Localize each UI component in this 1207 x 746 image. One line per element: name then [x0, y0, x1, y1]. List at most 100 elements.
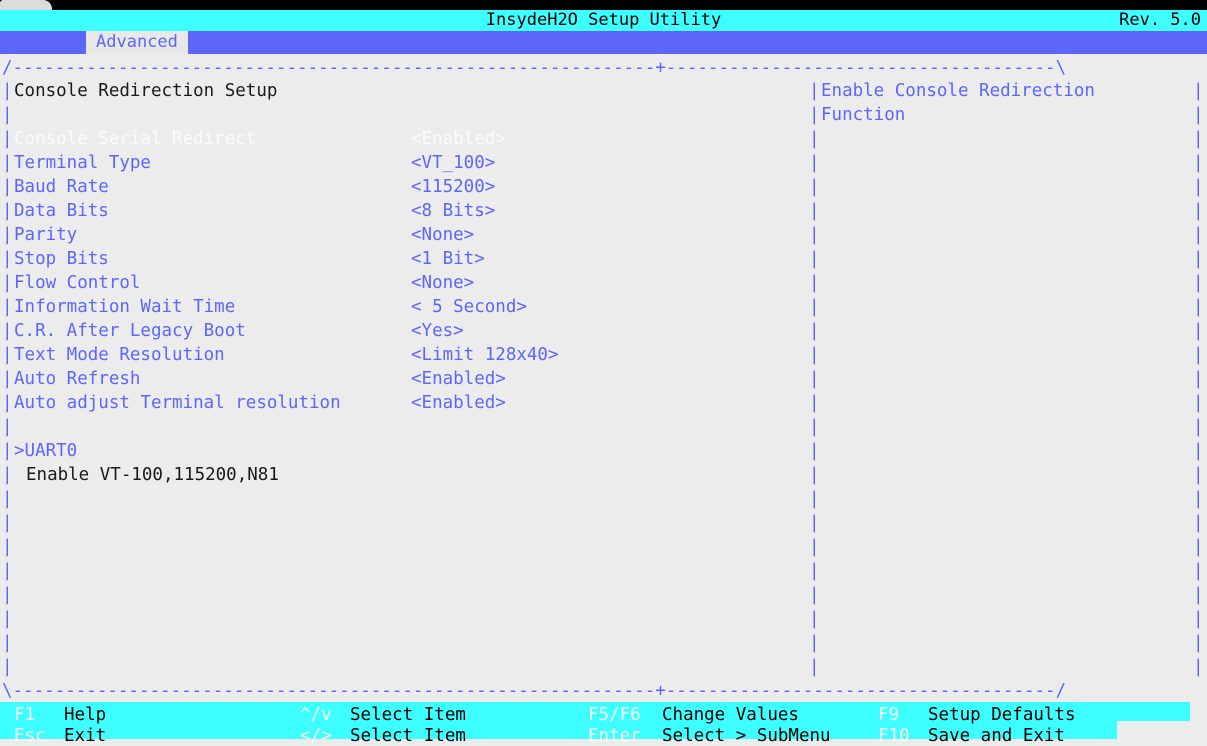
- function-key-name-f1[interactable]: F1: [14, 706, 35, 725]
- setting-label-information-wait-time[interactable]: Information Wait Time: [14, 295, 235, 319]
- frame-vbar-left-filler-2: |: [2, 537, 13, 557]
- frame-vbar-mid-filler-7: |: [809, 657, 820, 677]
- frame-vbar-left-row-2: |: [2, 105, 13, 125]
- frame-vbar-mid-row-heading: |: [809, 81, 820, 101]
- frame-vbar-left-setting-8: |: [2, 321, 13, 341]
- frame-vbar-mid-setting-3: |: [809, 201, 820, 221]
- frame-vbar-mid-filler-3: |: [809, 561, 820, 581]
- function-key-name-f10[interactable]: F10: [878, 727, 910, 746]
- tab-advanced[interactable]: Advanced: [86, 31, 188, 54]
- setting-value-parity[interactable]: <None>: [411, 223, 474, 247]
- setting-value-text-mode-resolution[interactable]: <Limit 128x40>: [411, 343, 559, 367]
- function-key-name-v[interactable]: ^/v: [300, 706, 332, 725]
- frame-vbar-left-setting-11: |: [2, 393, 13, 413]
- setting-value-baud-rate[interactable]: <115200>: [411, 175, 495, 199]
- frame-bottom-border: \---------------------------------------…: [2, 681, 1067, 701]
- frame-vbar-mid-submenu-desc: |: [809, 465, 820, 485]
- setting-label-stop-bits[interactable]: Stop Bits: [14, 247, 109, 271]
- revision-label: Rev. 5.0: [1119, 10, 1201, 30]
- setting-label-parity[interactable]: Parity: [14, 223, 77, 247]
- setting-value-information-wait-time[interactable]: < 5 Second>: [411, 295, 527, 319]
- setting-value-terminal-type[interactable]: <VT_100>: [411, 151, 495, 175]
- frame-vbar-mid-filler-4: |: [809, 585, 820, 605]
- function-key-label-key: Select Item: [350, 726, 466, 746]
- function-key-name-esc[interactable]: Esc: [14, 727, 46, 746]
- frame-vbar-left-row-heading: |: [2, 81, 13, 101]
- menu-bar: Advanced: [0, 31, 1207, 54]
- function-key-label-esc: Exit: [64, 726, 107, 746]
- frame-vbar-mid-filler-6: |: [809, 633, 820, 653]
- frame-vbar-mid-setting-6: |: [809, 273, 820, 293]
- frame-vbar-left-setting-4: |: [2, 225, 13, 245]
- frame-top-border: /---------------------------------------…: [2, 58, 1067, 78]
- frame-vbar-mid-gap-after-settings: |: [809, 417, 820, 437]
- frame-vbar-left-setting-10: |: [2, 369, 13, 389]
- window-tab-shape: [0, 0, 52, 10]
- function-key-label-f1: Help: [64, 705, 107, 725]
- frame-vbar-mid-filler-1: |: [809, 513, 820, 533]
- submenu-item-uart0[interactable]: >UART0: [14, 439, 77, 463]
- function-key-name-f9[interactable]: F9: [878, 706, 899, 725]
- setting-value-console-serial-redirect[interactable]: <Enabled>: [411, 127, 506, 151]
- function-key-name-key[interactable]: </>: [300, 727, 332, 746]
- frame-vbar-mid-filler-2: |: [809, 537, 820, 557]
- frame-vbar-mid-setting-7: |: [809, 297, 820, 317]
- setting-label-flow-control[interactable]: Flow Control: [14, 271, 140, 295]
- setting-value-data-bits[interactable]: <8 Bits>: [411, 199, 495, 223]
- function-key-name-enter[interactable]: Enter: [588, 727, 641, 746]
- setting-label-data-bits[interactable]: Data Bits: [14, 199, 109, 223]
- frame-vbar-left-filler-0: |: [2, 489, 13, 509]
- frame-vbar-mid-filler-0: |: [809, 489, 820, 509]
- frame-vbar-left-setting-5: |: [2, 249, 13, 269]
- frame-vbar-left-submenu-desc: |: [2, 465, 13, 485]
- frame-vbar-left-filler-6: |: [2, 633, 13, 653]
- function-key-label-v: Select Item: [350, 705, 466, 725]
- frame-vbar-left-setting-2: |: [2, 177, 13, 197]
- frame-vbar-mid-setting-11: |: [809, 393, 820, 413]
- submenu-description: Enable VT-100,115200,N81: [26, 465, 279, 485]
- setting-label-auto-refresh[interactable]: Auto Refresh: [14, 367, 140, 391]
- frame-vbar-mid-setting-9: |: [809, 345, 820, 365]
- frame-vbar-left-setting-0: |: [2, 129, 13, 149]
- setting-label-console-serial-redirect[interactable]: Console Serial Redirect: [14, 127, 256, 151]
- frame-vbar-mid-filler-5: |: [809, 609, 820, 629]
- frame-vbar-left-setting-1: |: [2, 153, 13, 173]
- setting-value-stop-bits[interactable]: <1 Bit>: [411, 247, 485, 271]
- setting-label-baud-rate[interactable]: Baud Rate: [14, 175, 109, 199]
- setting-label-auto-adjust-terminal-resolution[interactable]: Auto adjust Terminal resolution: [14, 391, 341, 415]
- frame-vbar-left-filler-3: |: [2, 561, 13, 581]
- setting-value-c-r-after-legacy-boot[interactable]: <Yes>: [411, 319, 464, 343]
- frame-vbar-left-setting-3: |: [2, 201, 13, 221]
- function-key-bar-notch-bottom: [1117, 721, 1207, 739]
- setting-label-c-r-after-legacy-boot[interactable]: C.R. After Legacy Boot: [14, 319, 246, 343]
- setting-label-text-mode-resolution[interactable]: Text Mode Resolution: [14, 343, 225, 367]
- frame-vbar-mid-setting-4: |: [809, 225, 820, 245]
- page-title: InsydeH2O Setup Utility: [485, 10, 722, 30]
- frame-vbar-mid-setting-8: |: [809, 321, 820, 341]
- frame-vbar-mid-setting-0: |: [809, 129, 820, 149]
- setting-label-terminal-type[interactable]: Terminal Type: [14, 151, 151, 175]
- top-black-strip: [0, 0, 1207, 10]
- function-key-label-f10: Save and Exit: [928, 726, 1065, 746]
- console-body: /---------------------------------------…: [0, 54, 1207, 736]
- frame-vbar-mid-submenu: |: [809, 441, 820, 461]
- frame-vbar-mid-setting-5: |: [809, 249, 820, 269]
- panel-heading: Console Redirection Setup: [14, 81, 278, 101]
- function-key-name-f5-f6[interactable]: F5/F6: [588, 706, 641, 725]
- frame-vbar-mid-setting-2: |: [809, 177, 820, 197]
- frame-vbar-mid-setting-10: |: [809, 369, 820, 389]
- frame-vbar-mid-setting-1: |: [809, 153, 820, 173]
- frame-vbar-mid-row-2: |: [809, 105, 820, 125]
- frame-vbar-left-filler-5: |: [2, 609, 13, 629]
- setting-value-flow-control[interactable]: <None>: [411, 271, 474, 295]
- setting-value-auto-adjust-terminal-resolution[interactable]: <Enabled>: [411, 391, 506, 415]
- frame-vbar-left-filler-4: |: [2, 585, 13, 605]
- setting-value-auto-refresh[interactable]: <Enabled>: [411, 367, 506, 391]
- function-key-bar-notch-right: [1190, 702, 1207, 721]
- frame-vbar-left-filler-1: |: [2, 513, 13, 533]
- frame-vbar-left-setting-7: |: [2, 297, 13, 317]
- frame-vbar-left-setting-6: |: [2, 273, 13, 293]
- panel-scrollbar-track[interactable]: [1181, 114, 1195, 706]
- function-key-label-f5-f6: Change Values: [662, 705, 799, 725]
- help-line-1: Enable Console Redirection: [821, 81, 1095, 101]
